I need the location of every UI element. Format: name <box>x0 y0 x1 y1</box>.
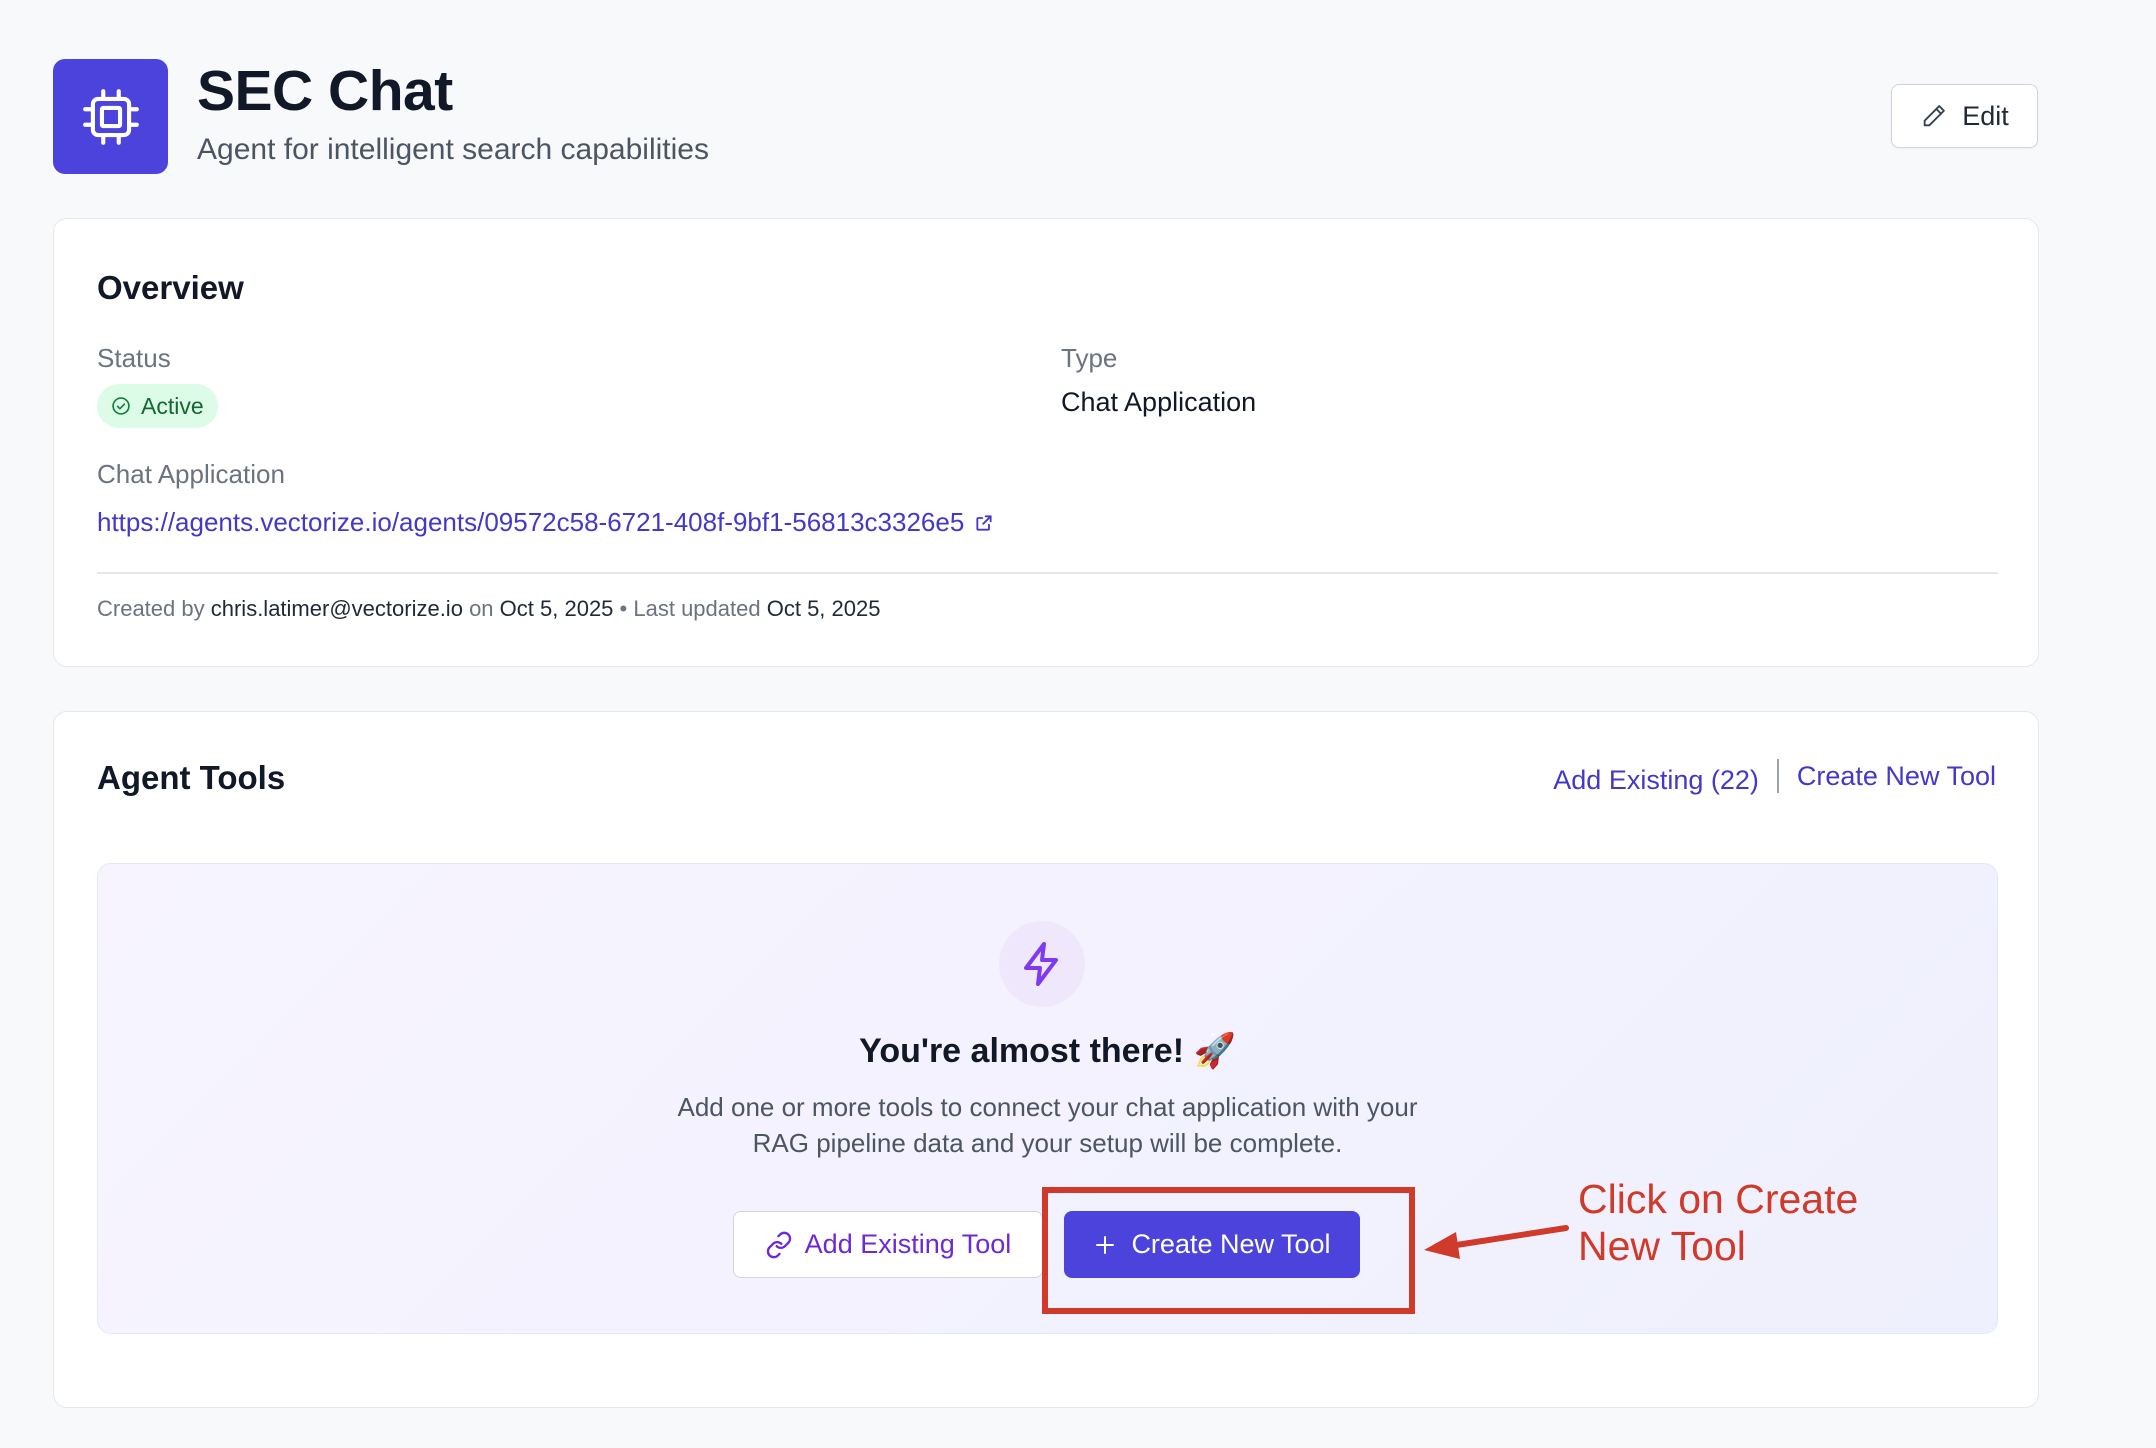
created-date: Oct 5, 2025 <box>499 596 614 621</box>
type-label: Type <box>1061 343 1118 373</box>
overview-divider <box>97 572 1998 574</box>
empty-state-title: You're almost there! 🚀 <box>859 1032 1236 1070</box>
add-existing-tool-button[interactable]: Add Existing Tool <box>733 1211 1043 1278</box>
created-by-prefix: Created by <box>97 596 205 621</box>
annotation-text: Click on Create New Tool <box>1578 1176 1908 1270</box>
on-word: on <box>469 596 494 621</box>
empty-state-icon-circle <box>999 921 1085 1007</box>
edit-button-label: Edit <box>1962 100 2009 131</box>
agent-tools-header-links: Add Existing (22) Create New Tool <box>1553 759 1996 796</box>
app-icon <box>53 59 168 174</box>
annotation-arrow <box>1424 1225 1569 1259</box>
status-value: Active <box>141 392 204 419</box>
check-circle-icon <box>112 397 130 415</box>
edit-button[interactable]: Edit <box>1891 84 2038 148</box>
link-separator <box>1776 759 1779 793</box>
empty-state-description-line1: Add one or more tools to connect your ch… <box>677 1092 1418 1122</box>
page-subtitle: Agent for intelligent search capabilitie… <box>197 133 709 166</box>
chat-application-label: Chat Application <box>97 459 285 489</box>
cpu-chip-icon <box>82 88 139 145</box>
empty-state-description-line2: RAG pipeline data and your setup will be… <box>752 1128 1343 1158</box>
overview-heading: Overview <box>97 269 244 306</box>
status-badge: Active <box>97 384 218 428</box>
annotation-highlight-box <box>1042 1187 1415 1314</box>
last-updated-prefix: Last updated <box>633 596 761 621</box>
overview-card: Overview Status Active Type Chat Applica… <box>53 218 2039 667</box>
pencil-icon <box>1923 105 1946 127</box>
link-icon <box>766 1231 791 1258</box>
page-title: SEC Chat <box>197 59 453 123</box>
annotation-text-line1: Click on Create <box>1578 1176 1859 1222</box>
type-value: Chat Application <box>1061 387 1257 417</box>
created-by-email: chris.latimer@vectorize.io <box>210 596 463 621</box>
add-existing-link[interactable]: Add Existing (22) <box>1553 765 1759 796</box>
add-existing-tool-label: Add Existing Tool <box>804 1229 1012 1259</box>
annotation-text-line2: New Tool <box>1578 1223 1746 1269</box>
meta-separator: • <box>619 596 628 621</box>
updated-date: Oct 5, 2025 <box>766 596 881 621</box>
external-link-icon[interactable] <box>974 513 994 533</box>
status-label: Status <box>97 343 171 373</box>
created-updated-meta: Created by chris.latimer@vectorize.io on… <box>97 596 880 622</box>
agent-tools-heading: Agent Tools <box>97 759 286 796</box>
chat-application-url[interactable]: https://agents.vectorize.io/agents/09572… <box>97 507 964 538</box>
empty-state-description: Add one or more tools to connect your ch… <box>98 1089 1997 1161</box>
lightning-bolt-icon <box>1024 942 1058 986</box>
chat-application-link[interactable]: https://agents.vectorize.io/agents/09572… <box>97 507 994 538</box>
create-new-tool-link[interactable]: Create New Tool <box>1797 761 1996 792</box>
